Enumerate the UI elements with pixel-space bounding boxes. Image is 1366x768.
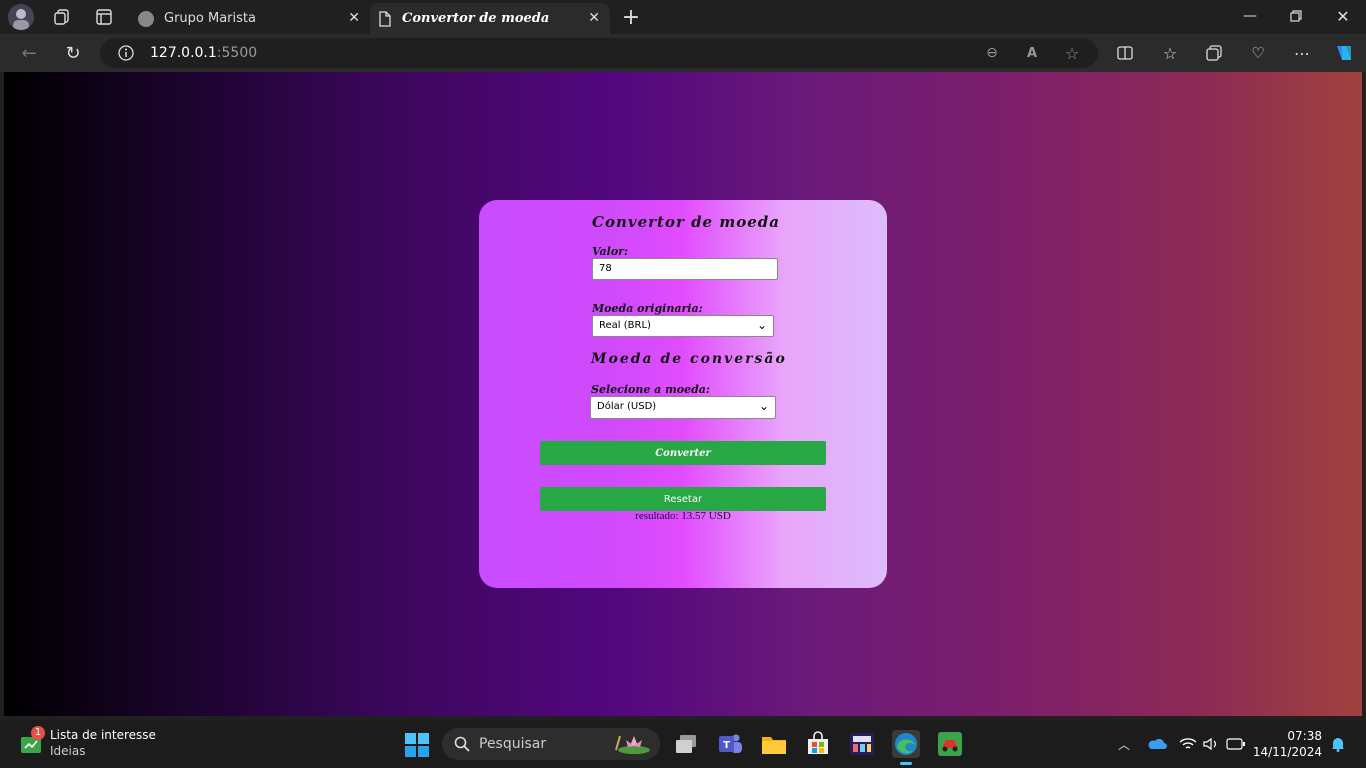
clock-time: 07:38: [1287, 729, 1322, 743]
zoom-out-icon[interactable]: ⊖: [982, 43, 1002, 63]
result-text: resultado: 13.57 USD: [635, 510, 731, 522]
search-icon: [454, 736, 470, 752]
new-tab-icon[interactable]: +: [620, 5, 642, 30]
teams-icon[interactable]: T: [716, 730, 744, 758]
page-icon: [379, 10, 391, 27]
game-car-icon[interactable]: [936, 730, 964, 758]
site-info-icon[interactable]: [118, 45, 134, 61]
address-toolbar: ← ↻ 127.0.0.1:5500 ⊖ A ☆ ☆ ♡ ⋯: [0, 34, 1366, 72]
task-view-icon[interactable]: [672, 730, 700, 758]
read-aloud-icon[interactable]: A: [1022, 43, 1042, 63]
selecione-moeda-select[interactable]: Dólar (USD) ⌄: [590, 396, 776, 419]
favorite-star-icon[interactable]: ☆: [1062, 43, 1082, 63]
browser-tab-bar: Grupo Marista ✕ Convertor de moeda ✕ + —…: [0, 0, 1366, 34]
taskbar-search[interactable]: Pesquisar: [442, 728, 660, 760]
valor-input[interactable]: 78: [592, 258, 778, 280]
chevron-down-icon: ⌄: [758, 399, 769, 413]
wifi-icon[interactable]: [1178, 734, 1198, 754]
close-window-icon[interactable]: ✕: [1333, 6, 1353, 26]
moeda-originaria-value: Real (BRL): [599, 320, 651, 331]
page-viewport: Convertor de moeda Valor: 78 Moeda origi…: [4, 72, 1362, 716]
url-port: :5500: [216, 45, 258, 61]
profile-avatar-icon: [8, 4, 34, 30]
notification-bell-icon[interactable]: [1328, 734, 1348, 754]
resetar-button[interactable]: Resetar: [540, 487, 826, 511]
windows-logo-icon: [405, 733, 429, 757]
converter-card: Convertor de moeda Valor: 78 Moeda origi…: [479, 200, 887, 588]
favorites-icon[interactable]: ☆: [1160, 43, 1180, 63]
tab-label: Convertor de moeda: [402, 11, 550, 26]
widgets-button[interactable]: 1 Lista de interesse Ideias: [14, 726, 156, 762]
collections-icon[interactable]: [1204, 43, 1224, 63]
url-text: 127.0.0.1:5500: [150, 45, 257, 61]
selecione-moeda-label: Selecione a moeda:: [591, 383, 710, 396]
converter-button[interactable]: Converter: [540, 441, 826, 465]
system-clock[interactable]: 07:38 14/11/2024: [1253, 728, 1322, 760]
close-tab-icon[interactable]: ✕: [588, 10, 600, 26]
microsoft-store-icon[interactable]: [804, 730, 832, 758]
restore-icon[interactable]: [1286, 6, 1306, 26]
selecione-moeda-value: Dólar (USD): [597, 401, 657, 412]
game-app-icon[interactable]: [848, 730, 876, 758]
tab-grupo-marista[interactable]: Grupo Marista ✕: [130, 3, 370, 34]
tab-favicon-icon: [138, 10, 154, 27]
chevron-down-icon: ⌄: [756, 318, 767, 332]
copilot-icon[interactable]: [1332, 41, 1356, 65]
notification-badge: 1: [31, 726, 45, 740]
refresh-icon[interactable]: ↻: [62, 42, 84, 64]
profile-avatar[interactable]: [8, 4, 34, 30]
taskbar: 1 Lista de interesse Ideias Pesquisar T …: [0, 720, 1366, 768]
split-screen-icon[interactable]: [1115, 43, 1135, 63]
more-options-icon[interactable]: ⋯: [1292, 43, 1312, 63]
browser-essentials-icon[interactable]: ♡: [1248, 43, 1268, 63]
vertical-tabs-icon[interactable]: [94, 7, 114, 27]
url-bar[interactable]: 127.0.0.1:5500 ⊖ A ☆: [100, 38, 1098, 68]
back-arrow-icon[interactable]: ←: [18, 42, 40, 64]
tab-label: Grupo Marista: [164, 11, 256, 26]
widget-subtitle: Ideias: [50, 744, 86, 758]
widget-title: Lista de interesse: [50, 728, 156, 742]
onedrive-icon[interactable]: [1146, 734, 1168, 754]
file-explorer-icon[interactable]: [760, 730, 788, 758]
page-title: Convertor de moeda: [592, 213, 780, 231]
clock-date: 14/11/2024: [1252, 745, 1322, 759]
svg-text:T: T: [723, 740, 730, 751]
edge-icon[interactable]: [892, 730, 920, 765]
tab-convertor-de-moeda[interactable]: Convertor de moeda ✕: [370, 3, 610, 34]
start-button[interactable]: [404, 732, 430, 758]
active-indicator: [900, 762, 912, 765]
workspaces-icon[interactable]: [52, 7, 72, 27]
moeda-originaria-select[interactable]: Real (BRL) ⌄: [592, 315, 774, 337]
close-tab-icon[interactable]: ✕: [348, 10, 360, 26]
show-hidden-icons-icon[interactable]: ︿: [1114, 734, 1134, 754]
valor-label: Valor:: [592, 245, 629, 258]
moeda-originaria-label: Moeda originaria:: [592, 302, 703, 315]
volume-icon[interactable]: [1201, 734, 1221, 754]
minimize-icon[interactable]: —: [1240, 6, 1260, 26]
subheading: Moeda de conversão: [591, 351, 787, 367]
url-host: 127.0.0.1: [150, 45, 217, 61]
battery-icon[interactable]: [1225, 734, 1247, 754]
search-placeholder: Pesquisar: [479, 736, 547, 752]
lotus-decoration-icon: [615, 735, 650, 754]
